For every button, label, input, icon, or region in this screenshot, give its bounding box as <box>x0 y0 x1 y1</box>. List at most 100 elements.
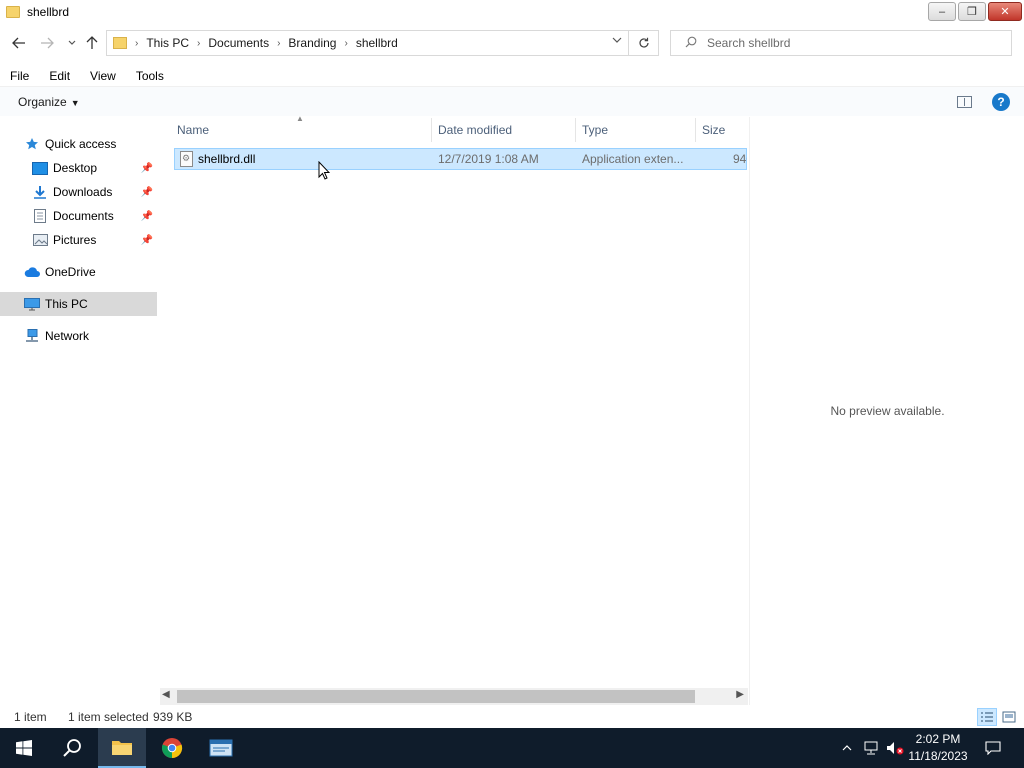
horizontal-scrollbar[interactable]: ◀ ▶ <box>160 688 748 705</box>
app-taskbar-button[interactable] <box>197 728 245 768</box>
menu-file[interactable]: File <box>0 66 39 86</box>
sidebar-item-label: Downloads <box>53 185 113 199</box>
help-icon[interactable]: ? <box>992 93 1010 111</box>
sidebar-item-label: Quick access <box>45 137 117 151</box>
sidebar-item-onedrive[interactable]: OneDrive <box>0 260 157 284</box>
sidebar-item-label: Desktop <box>53 161 98 175</box>
up-arrow-icon <box>86 36 98 49</box>
column-header-name[interactable]: Name <box>171 118 431 142</box>
sidebar-item-label: Network <box>45 329 90 343</box>
minimize-button[interactable]: – <box>928 2 956 21</box>
scroll-right-icon[interactable]: ▶ <box>736 689 744 700</box>
sidebar-item-network[interactable]: Network <box>0 324 157 348</box>
action-center-button[interactable] <box>982 728 1004 768</box>
search-icon <box>63 739 81 757</box>
folder-icon <box>6 6 20 18</box>
file-explorer-icon <box>112 741 132 755</box>
large-icons-view-icon <box>1002 711 1016 723</box>
scrollbar-thumb[interactable] <box>177 690 695 703</box>
mouse-cursor-icon <box>318 161 330 180</box>
pin-icon[interactable]: 📌 <box>141 187 153 198</box>
restore-button[interactable]: ❐ <box>958 2 986 21</box>
column-header-size[interactable]: Size <box>696 118 748 142</box>
breadcrumb-branding[interactable]: Branding <box>288 36 336 50</box>
notification-icon <box>985 741 1001 755</box>
back-arrow-icon <box>12 37 25 49</box>
menu-tools[interactable]: Tools <box>126 66 174 86</box>
organize-label: Organize <box>18 95 67 109</box>
chevron-right-icon[interactable]: › <box>277 38 280 49</box>
organize-button[interactable]: Organize ▼ <box>18 95 80 109</box>
column-header-date-modified[interactable]: Date modified <box>432 118 575 142</box>
search-icon <box>685 36 697 51</box>
command-bar: Organize ▼ ? <box>0 86 1024 116</box>
menu-view[interactable]: View <box>80 66 126 86</box>
sidebar-item-desktop[interactable]: Desktop 📌 <box>0 156 157 180</box>
preview-pane-toggle-icon[interactable] <box>957 96 972 108</box>
up-button[interactable] <box>83 33 101 53</box>
documents-icon <box>32 209 48 223</box>
close-button[interactable]: ✕ <box>988 2 1022 21</box>
navigation-pane: Quick access Desktop 📌 Downloads 📌 Docum… <box>0 117 157 705</box>
show-hidden-icons-button[interactable] <box>838 728 856 768</box>
sidebar-item-this-pc[interactable]: This PC <box>0 292 157 316</box>
scroll-left-icon[interactable]: ◀ <box>162 689 170 700</box>
chevron-down-icon <box>612 37 622 43</box>
chevron-down-icon <box>68 40 76 45</box>
preview-pane: No preview available. <box>749 117 1024 705</box>
network-tray-button[interactable] <box>860 728 882 768</box>
title-bar: shellbrd – ❐ ✕ <box>0 0 1024 24</box>
pin-icon[interactable]: 📌 <box>141 235 153 246</box>
desktop-icon <box>32 161 48 175</box>
sidebar-item-quick-access[interactable]: Quick access <box>0 132 157 156</box>
search-box[interactable] <box>670 30 1012 56</box>
back-button[interactable] <box>10 33 28 53</box>
large-icons-view-button[interactable] <box>999 708 1019 726</box>
taskbar: 2:02 PM 11/18/2023 <box>0 728 1024 768</box>
pictures-icon <box>32 233 48 247</box>
file-date-modified: 12/7/2019 1:08 AM <box>438 152 539 166</box>
file-explorer-taskbar-button[interactable] <box>98 728 146 768</box>
pin-icon[interactable]: 📌 <box>141 211 153 222</box>
chrome-taskbar-button[interactable] <box>148 728 196 768</box>
breadcrumb-shellbrd[interactable]: shellbrd <box>356 36 398 50</box>
file-row[interactable]: shellbrd.dll 12/7/2019 1:08 AM Applicati… <box>174 148 747 170</box>
refresh-button[interactable] <box>628 31 658 55</box>
selection-count: 1 item selected <box>68 710 149 724</box>
details-view-button[interactable] <box>977 708 997 726</box>
breadcrumb-documents[interactable]: Documents <box>208 36 269 50</box>
start-button[interactable] <box>0 728 48 768</box>
chrome-icon <box>161 738 183 759</box>
application-window-icon <box>209 739 233 757</box>
item-count: 1 item <box>14 710 47 724</box>
file-type: Application exten... <box>582 152 684 166</box>
clock-time: 2:02 PM <box>915 732 961 746</box>
address-row: › This PC › Documents › Branding › shell… <box>0 28 1024 58</box>
computer-icon <box>24 297 40 311</box>
breadcrumb-this-pc[interactable]: This PC <box>146 36 189 50</box>
menu-edit[interactable]: Edit <box>39 66 80 86</box>
sidebar-item-label: OneDrive <box>45 265 96 279</box>
recent-locations-button[interactable] <box>63 33 81 53</box>
file-size: 940 KB <box>733 152 747 166</box>
sidebar-item-downloads[interactable]: Downloads 📌 <box>0 180 157 204</box>
column-header-type[interactable]: Type <box>576 118 695 142</box>
network-icon <box>24 329 40 343</box>
address-bar[interactable]: › This PC › Documents › Branding › shell… <box>106 30 659 56</box>
chevron-right-icon[interactable]: › <box>135 38 138 49</box>
caret-down-icon: ▼ <box>70 98 80 108</box>
pin-icon[interactable]: 📌 <box>141 163 153 174</box>
sidebar-item-label: Pictures <box>53 233 97 247</box>
folder-icon <box>113 37 127 49</box>
chevron-right-icon[interactable]: › <box>197 38 200 49</box>
search-input[interactable] <box>707 36 987 50</box>
clock-date: 11/18/2023 <box>908 749 968 763</box>
search-button[interactable] <box>48 728 96 768</box>
sidebar-item-documents[interactable]: Documents 📌 <box>0 204 157 228</box>
download-icon <box>32 185 48 199</box>
forward-button[interactable] <box>38 33 56 53</box>
system-clock[interactable]: 2:02 PM 11/18/2023 <box>896 731 980 765</box>
chevron-right-icon[interactable]: › <box>344 38 347 49</box>
address-dropdown-button[interactable] <box>612 36 622 47</box>
sidebar-item-pictures[interactable]: Pictures 📌 <box>0 228 157 252</box>
